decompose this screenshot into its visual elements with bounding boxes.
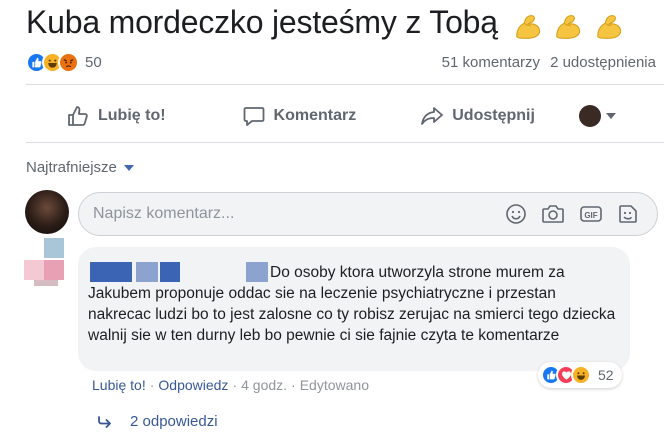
avatar [578, 105, 601, 127]
comment-reactions[interactable]: 52 [538, 362, 622, 388]
thumbs-up-icon [68, 106, 88, 126]
comment-bubble-icon [243, 107, 264, 126]
comment-sort-label: Najtrafniejsze [26, 159, 117, 176]
sticker-icon[interactable] [617, 203, 639, 225]
comment-reply-link[interactable]: Odpowiedz [158, 377, 228, 393]
reaction-count[interactable]: 50 [85, 54, 102, 71]
share-button-label: Udostępnij [452, 107, 535, 124]
like-button[interactable]: Lubię to! [66, 104, 166, 128]
like-button-label: Lubię to! [98, 107, 166, 124]
camera-icon[interactable] [541, 203, 565, 225]
gif-icon[interactable]: GIF [579, 203, 603, 225]
view-replies-link[interactable]: 2 odpowiedzi [98, 413, 218, 430]
composer-icons: GIF [505, 203, 639, 225]
post-text: Kuba mordeczko jesteśmy z Tobą [26, 4, 626, 43]
emoji-icon[interactable] [505, 203, 527, 225]
stats-right: 51 komentarzy 2 udostępnienia [442, 54, 664, 71]
haha-reaction-icon [571, 365, 591, 385]
post-reactions[interactable] [26, 51, 79, 73]
comment-meta: Lubię to! · Odpowiedz · 4 godz. · Edytow… [92, 377, 369, 393]
comment-button-label: Komentarz [273, 107, 357, 124]
post-emoji-row [513, 6, 626, 43]
angry-reaction-icon [58, 51, 79, 73]
comment-like-link[interactable]: Lubię to! [92, 377, 146, 393]
flexed-biceps-icon [556, 14, 581, 39]
comment-sort-dropdown[interactable]: Najtrafniejsze [26, 159, 134, 176]
comment-reaction-count: 52 [598, 367, 614, 383]
shares-count-link[interactable]: 2 udostępnienia [550, 54, 656, 71]
share-arrow-icon [421, 107, 444, 125]
share-button[interactable]: Udostępnij [420, 104, 535, 128]
post-stats-bar: 50 51 komentarzy 2 udostępnienia [26, 50, 664, 74]
reaction-as-selector[interactable] [578, 105, 616, 127]
post-actions-bar: Lubię to! Komentarz Udostępnij [26, 94, 664, 138]
comment-button[interactable]: Komentarz [242, 104, 357, 128]
comment-composer[interactable]: GIF [78, 192, 658, 236]
comment-text: Do osoby ktora utworzyla strone murem za… [88, 264, 616, 344]
svg-text:GIF: GIF [584, 211, 597, 220]
reply-arrow-icon [98, 415, 111, 428]
comment-timestamp[interactable]: 4 godz. [241, 377, 287, 393]
comments-count-link[interactable]: 51 komentarzy [442, 54, 540, 71]
comment-edited-label[interactable]: Edytowano [300, 377, 369, 393]
flexed-biceps-icon [597, 14, 622, 39]
comment-input[interactable] [93, 205, 483, 223]
commenter-avatar-pixelated[interactable] [20, 238, 68, 286]
caret-down-icon [123, 164, 134, 171]
divider [26, 84, 664, 85]
current-user-avatar[interactable] [25, 190, 69, 234]
post-text-content: Kuba mordeczko jesteśmy z Tobą [26, 4, 498, 40]
caret-down-icon [605, 113, 616, 119]
divider [26, 142, 664, 143]
flexed-biceps-icon [515, 14, 540, 39]
view-replies-label: 2 odpowiedzi [130, 413, 218, 430]
